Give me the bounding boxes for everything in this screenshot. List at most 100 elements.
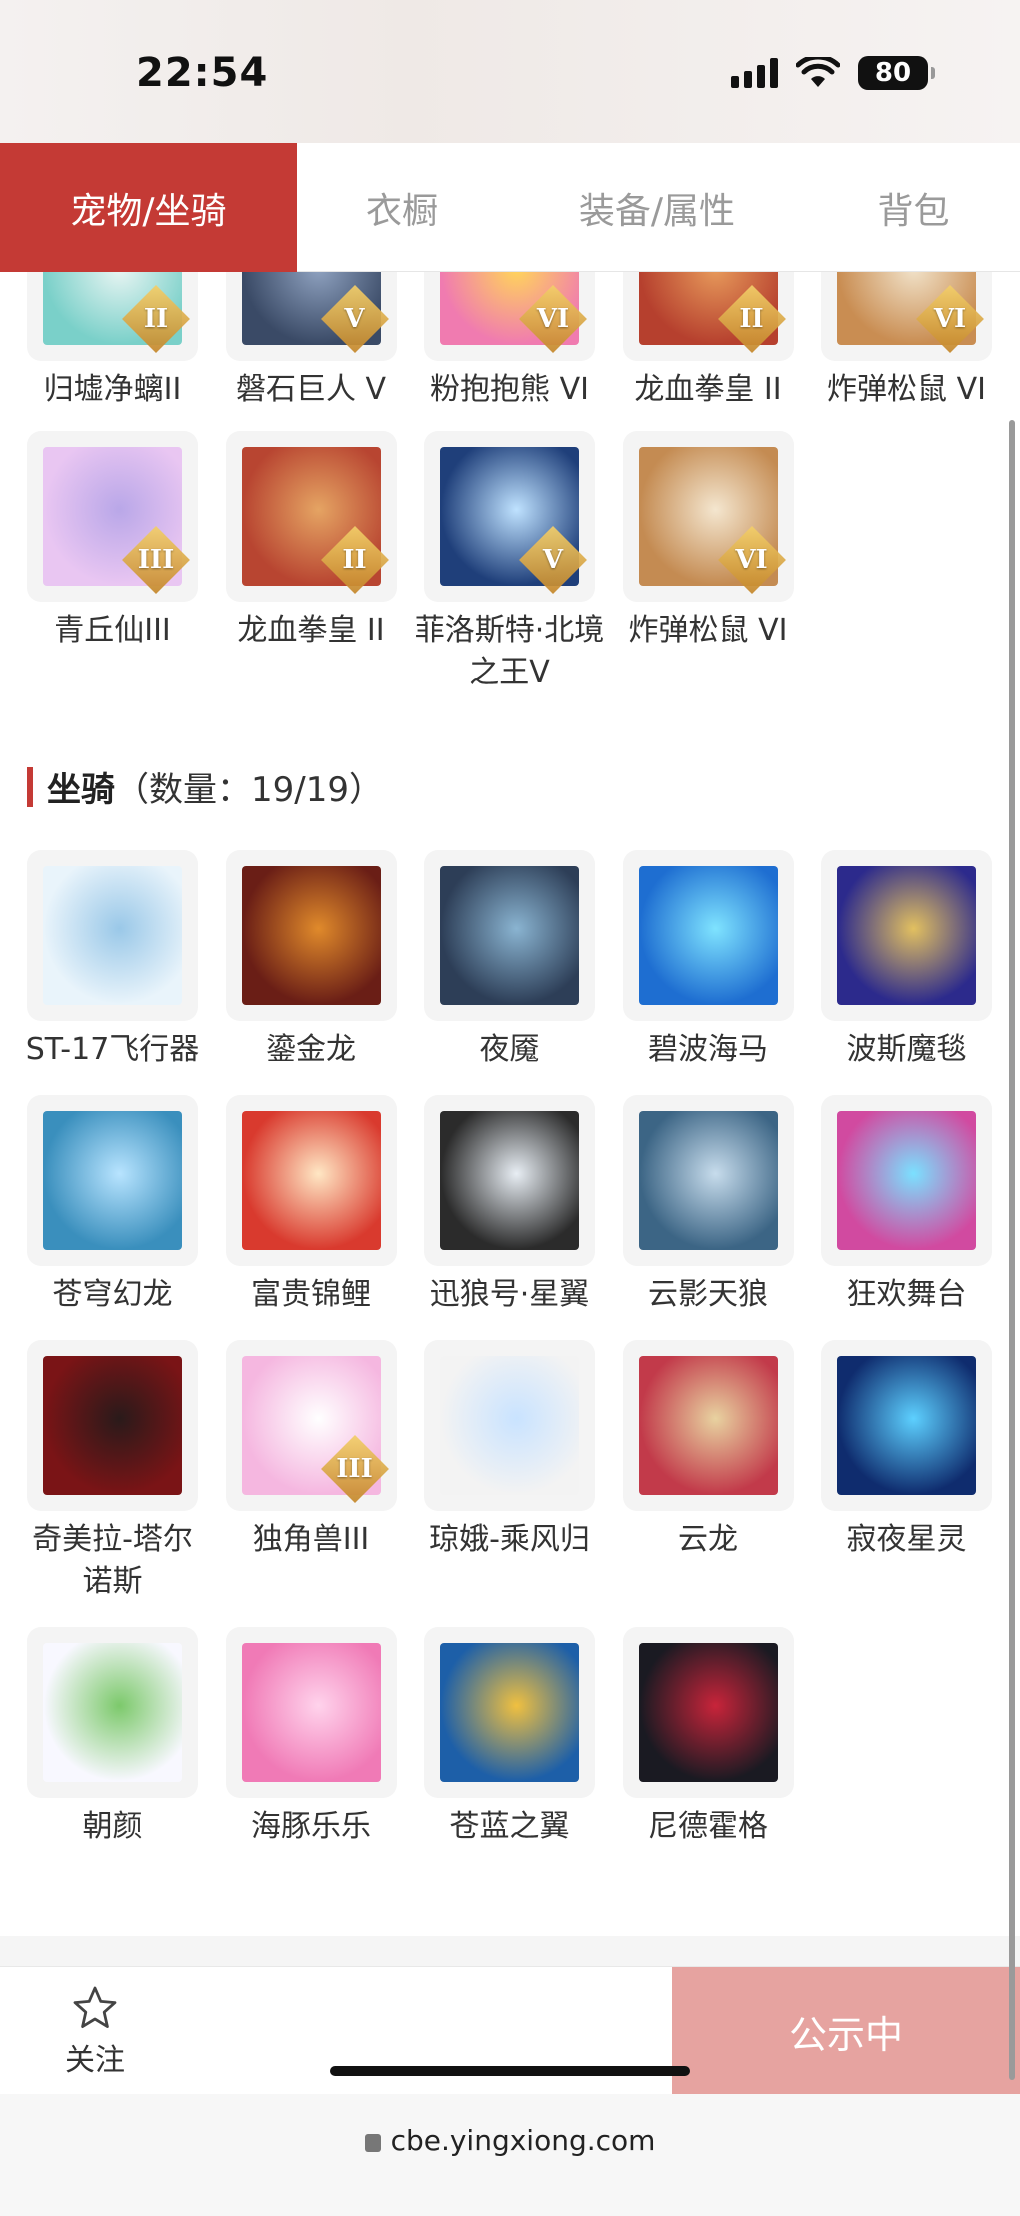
mount-thumbnail[interactable] xyxy=(27,1095,198,1266)
pet-thumbnail[interactable]: V xyxy=(424,431,595,602)
pet-item[interactable]: V 菲洛斯特·北境之王V xyxy=(415,431,604,694)
mount-portrait-image xyxy=(837,1356,976,1495)
content-scroll-area[interactable]: II 归墟净螭II V 磐石巨人 V VI 粉抱抱熊 VI II 龙血拳皇 II VI 炸弹松鼠 … xyxy=(0,272,1020,1936)
status-icons: 80 xyxy=(731,56,935,90)
pet-item[interactable]: VI 粉抱抱熊 VI xyxy=(424,272,595,411)
mount-item[interactable]: 奇美拉-塔尔诺斯 xyxy=(27,1340,198,1603)
public-notice-button[interactable]: 公示中 xyxy=(672,1967,1020,2095)
mount-item[interactable]: 云龙 xyxy=(622,1340,794,1603)
tab-pets-mounts[interactable]: 宠物/坐骑 xyxy=(0,143,297,272)
mount-thumbnail[interactable] xyxy=(622,850,794,1021)
mount-portrait-image xyxy=(43,1356,182,1495)
cellular-signal-icon xyxy=(731,58,778,88)
mount-thumbnail[interactable] xyxy=(27,850,198,1021)
status-bar: 22:54 80 xyxy=(0,0,1020,143)
mount-thumbnail[interactable] xyxy=(821,1095,992,1266)
follow-button[interactable]: 关注 xyxy=(40,1985,150,2079)
mount-item[interactable]: 琼娥-乘风归 xyxy=(424,1340,595,1603)
url-display[interactable]: cbe.yingxiong.com xyxy=(0,2124,1020,2157)
mounts-section-header: 坐骑 （数量：19/19） xyxy=(27,762,383,811)
pet-item[interactable]: III 青丘仙III xyxy=(27,431,198,694)
mount-thumbnail[interactable] xyxy=(225,1095,397,1266)
mount-thumbnail[interactable] xyxy=(622,1340,794,1511)
follow-label: 关注 xyxy=(65,2043,125,2078)
tab-wardrobe[interactable]: 衣橱 xyxy=(297,143,507,272)
mount-item[interactable]: 波斯魔毯 xyxy=(821,850,992,1071)
mount-thumbnail[interactable] xyxy=(622,1627,794,1798)
pet-thumbnail[interactable]: VI xyxy=(424,272,595,361)
mount-thumbnail[interactable] xyxy=(821,850,992,1021)
mount-item[interactable]: 夜魇 xyxy=(424,850,595,1071)
mount-item[interactable]: 云影天狼 xyxy=(622,1095,794,1316)
mount-item[interactable]: ST-17飞行器 xyxy=(26,850,199,1071)
pet-thumbnail[interactable]: II xyxy=(27,272,198,361)
pet-item[interactable]: II 龙血拳皇 II xyxy=(622,272,794,411)
mount-item[interactable]: 寂夜星灵 xyxy=(821,1340,992,1603)
pet-item[interactable]: V 磐石巨人 V xyxy=(225,272,397,411)
mount-portrait-image xyxy=(638,1111,778,1250)
mount-item[interactable]: 富贵锦鲤 xyxy=(225,1095,397,1316)
pet-name: 炸弹松鼠 VI xyxy=(827,372,986,407)
mount-thumbnail[interactable] xyxy=(622,1095,794,1266)
mounts-grid: ST-17飞行器 鎏金龙 夜魇 碧波海马 波斯魔毯苍穹幻龙 富贵锦鲤 迅狼号·星翼 云影天狼 狂… xyxy=(26,850,992,1848)
pet-item[interactable]: VI 炸弹松鼠 VI xyxy=(622,431,794,694)
mount-thumbnail[interactable] xyxy=(424,1627,595,1798)
scrollbar[interactable] xyxy=(1009,420,1015,2080)
mount-thumbnail[interactable] xyxy=(225,1627,397,1798)
mount-item[interactable]: 碧波海马 xyxy=(622,850,794,1071)
mount-item[interactable]: 海豚乐乐 xyxy=(225,1627,397,1848)
pet-thumbnail[interactable]: III xyxy=(27,431,198,602)
mount-thumbnail[interactable] xyxy=(424,1340,595,1511)
pet-name: 归墟净螭II xyxy=(43,372,182,407)
mount-name: 碧波海马 xyxy=(648,1032,768,1067)
mount-name: 海豚乐乐 xyxy=(251,1809,371,1844)
mount-portrait-image xyxy=(440,1643,579,1782)
pet-item[interactable]: VI 炸弹松鼠 VI xyxy=(821,272,992,411)
mount-item[interactable]: 苍穹幻龙 xyxy=(27,1095,198,1316)
mount-item[interactable]: 迅狼号·星翼 xyxy=(424,1095,595,1316)
mount-thumbnail[interactable]: III xyxy=(225,1340,397,1511)
url-text: cbe.yingxiong.com xyxy=(390,2124,656,2157)
mount-item[interactable]: 鎏金龙 xyxy=(225,850,397,1071)
mount-portrait-image xyxy=(241,1643,381,1782)
mount-thumbnail[interactable] xyxy=(424,1095,595,1266)
wifi-icon xyxy=(796,57,840,87)
mount-item[interactable]: 朝颜 xyxy=(27,1627,198,1848)
mount-item[interactable]: 苍蓝之翼 xyxy=(424,1627,595,1848)
mount-portrait-image xyxy=(638,1643,778,1782)
pet-name: 龙血拳皇 II xyxy=(634,372,782,407)
star-icon xyxy=(73,1986,117,2028)
mount-portrait-image xyxy=(837,866,976,1005)
mount-portrait-image xyxy=(43,1643,182,1782)
mount-name: 朝颜 xyxy=(82,1809,143,1844)
tab-equipment-attributes[interactable]: 装备/属性 xyxy=(507,143,807,272)
pet-thumbnail[interactable]: VI xyxy=(622,431,794,602)
mount-portrait-image xyxy=(241,1111,381,1250)
pet-thumbnail[interactable]: II xyxy=(622,272,794,361)
mount-name: 富贵锦鲤 xyxy=(251,1277,371,1312)
mount-item[interactable]: 尼德霍格 xyxy=(622,1627,794,1848)
pet-item[interactable]: II 龙血拳皇 II xyxy=(225,431,397,694)
mount-thumbnail[interactable] xyxy=(27,1627,198,1798)
tab-backpack[interactable]: 背包 xyxy=(807,143,1020,272)
mount-thumbnail[interactable] xyxy=(225,850,397,1021)
mount-portrait-image xyxy=(440,1111,579,1250)
mount-portrait-image xyxy=(638,1356,778,1495)
pet-name: 炸弹松鼠 VI xyxy=(628,613,788,648)
mount-name: 狂欢舞台 xyxy=(846,1277,967,1312)
mount-item[interactable]: III 独角兽III xyxy=(225,1340,397,1603)
mount-thumbnail[interactable] xyxy=(424,850,595,1021)
section-count: （数量：19/19） xyxy=(115,770,383,810)
pet-thumbnail[interactable]: V xyxy=(225,272,397,361)
mount-thumbnail[interactable] xyxy=(821,1340,992,1511)
home-indicator[interactable] xyxy=(330,2066,690,2076)
mount-name: 夜魇 xyxy=(479,1032,540,1067)
pet-item[interactable]: II 归墟净螭II xyxy=(27,272,198,411)
mount-item[interactable]: 狂欢舞台 xyxy=(821,1095,992,1316)
pet-thumbnail[interactable]: VI xyxy=(821,272,992,361)
pet-thumbnail[interactable]: II xyxy=(225,431,397,602)
mount-thumbnail[interactable] xyxy=(27,1340,198,1511)
tier-badge-label: III xyxy=(336,1454,373,1484)
tab-bar: 宠物/坐骑 衣橱 装备/属性 背包 xyxy=(0,143,1020,272)
browser-address-bar[interactable]: cbe.yingxiong.com xyxy=(0,2094,1020,2216)
